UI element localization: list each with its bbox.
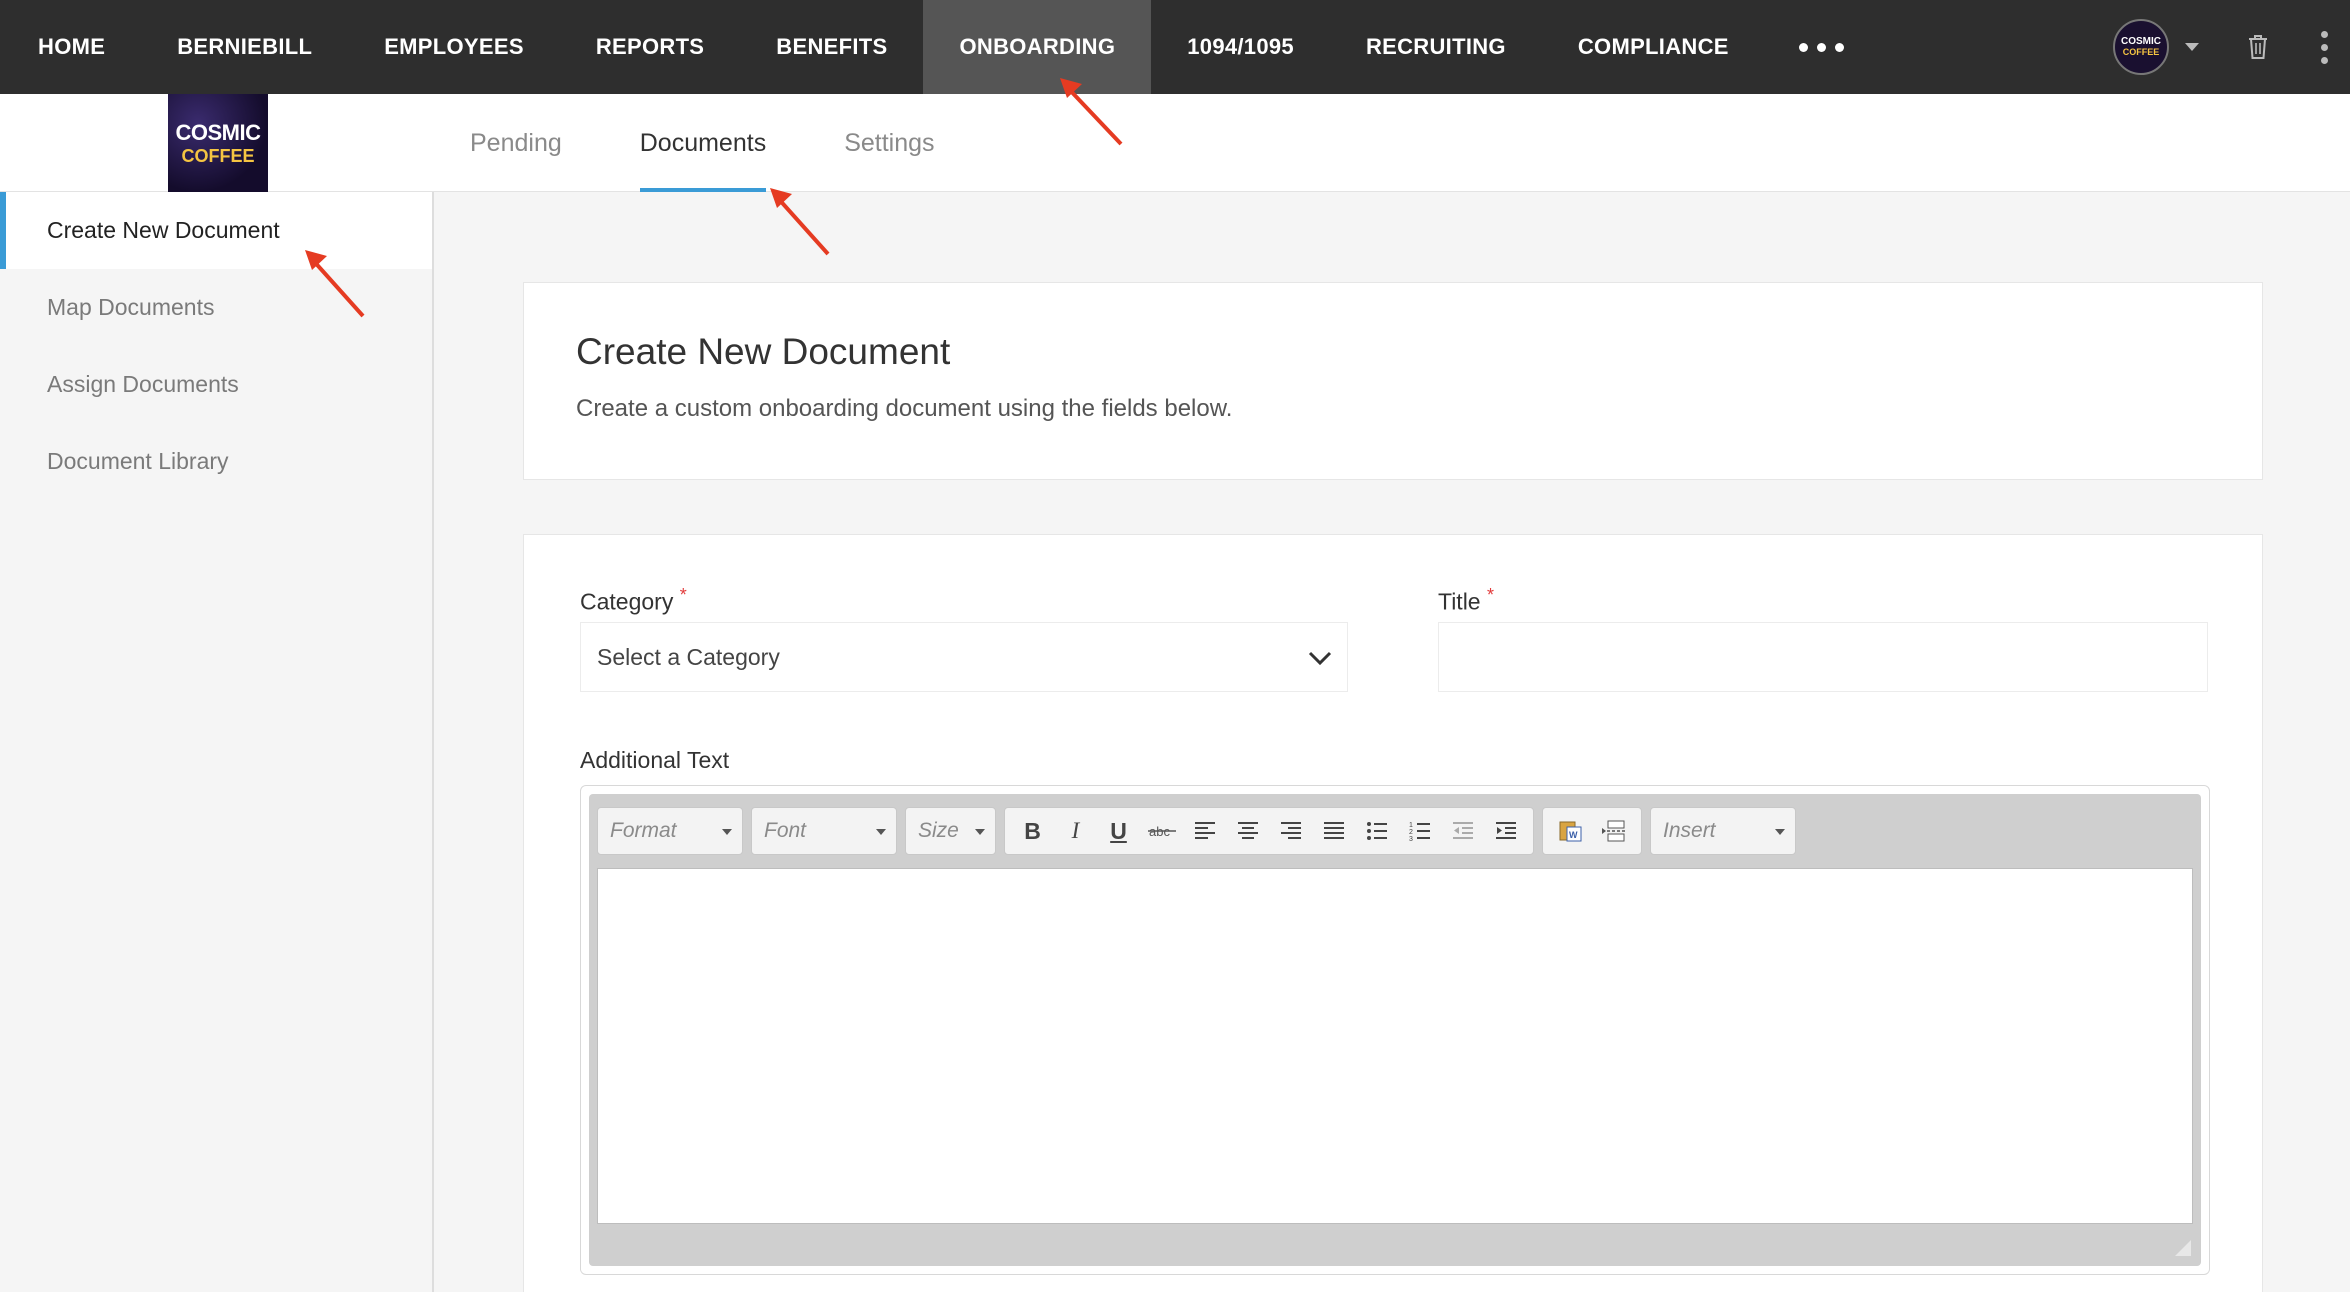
top-navigation: HOME BERNIEBILL EMPLOYEES REPORTS BENEFI…: [0, 0, 2350, 94]
outdent-icon[interactable]: [1441, 811, 1484, 851]
align-justify-icon[interactable]: [1312, 811, 1355, 851]
editor-toolbar: Format Font Size B I U abc 1 2 3 W Inser…: [597, 802, 2193, 860]
nav-benefits[interactable]: BENEFITS: [740, 0, 923, 94]
nav-compliance[interactable]: COMPLIANCE: [1542, 0, 1765, 94]
svg-text:2: 2: [1409, 829, 1413, 836]
font-dropdown[interactable]: Font: [751, 807, 897, 855]
nav-berniebill[interactable]: BERNIEBILL: [141, 0, 348, 94]
bold-icon[interactable]: B: [1011, 811, 1054, 851]
tab-settings[interactable]: Settings: [844, 94, 934, 192]
tab-documents[interactable]: Documents: [639, 94, 767, 192]
account-area: COSMIC COFFEE: [2113, 0, 2350, 94]
paste-buttons: W: [1542, 807, 1642, 855]
sub-header: COSMIC COFFEE Pending Documents Settings: [0, 94, 2350, 192]
category-label-text: Category: [580, 588, 674, 615]
logo-line-1: COSMIC: [175, 119, 262, 145]
sidebar-item-assign-documents[interactable]: Assign Documents: [0, 346, 432, 423]
editor-frame: Format Font Size B I U abc 1 2 3 W Inser…: [589, 794, 2201, 1266]
rich-text-editor: Format Font Size B I U abc 1 2 3 W Inser…: [580, 785, 2210, 1275]
logo-line-2: COFFEE: [181, 145, 255, 166]
page-description: Create a custom onboarding document usin…: [576, 395, 1233, 422]
page-break-icon[interactable]: [1592, 811, 1635, 851]
chevron-down-icon[interactable]: [2185, 43, 2199, 51]
required-mark: *: [679, 585, 687, 605]
resize-handle-icon[interactable]: [2173, 1238, 2193, 1258]
category-select[interactable]: Select a Category: [580, 622, 1348, 692]
insert-dropdown[interactable]: Insert: [1650, 807, 1796, 855]
sub-tabs: Pending Documents Settings: [470, 94, 1013, 192]
svg-text:1: 1: [1409, 822, 1413, 829]
indent-icon[interactable]: [1484, 811, 1527, 851]
avatar-text-1: COSMIC: [2121, 36, 2161, 48]
avatar[interactable]: COSMIC COFFEE: [2113, 19, 2169, 75]
trash-icon[interactable]: [2247, 34, 2269, 60]
underline-icon[interactable]: U: [1097, 811, 1140, 851]
more-menu-icon[interactable]: [1765, 0, 1878, 94]
annotation-arrow-documents: [770, 188, 830, 256]
form-card: Category * Select a Category Title * Add…: [523, 534, 2263, 1292]
nav-onboarding[interactable]: ONBOARDING: [923, 0, 1152, 94]
align-left-icon[interactable]: [1183, 811, 1226, 851]
paste-from-word-icon[interactable]: W: [1549, 811, 1592, 851]
formatting-buttons: B I U abc 1 2 3: [1004, 807, 1534, 855]
category-label: Category *: [580, 585, 687, 616]
company-logo: COSMIC COFFEE: [168, 94, 268, 192]
tab-pending[interactable]: Pending: [470, 94, 562, 192]
align-right-icon[interactable]: [1269, 811, 1312, 851]
sidebar-item-create-new-document[interactable]: Create New Document: [0, 192, 432, 269]
nav-recruiting[interactable]: RECRUITING: [1330, 0, 1542, 94]
align-center-icon[interactable]: [1226, 811, 1269, 851]
italic-icon[interactable]: I: [1054, 811, 1097, 851]
bulleted-list-icon[interactable]: [1355, 811, 1398, 851]
title-input[interactable]: [1438, 622, 2208, 692]
nav-employees[interactable]: EMPLOYEES: [348, 0, 560, 94]
nav-1094-1095[interactable]: 1094/1095: [1151, 0, 1330, 94]
sidebar-item-map-documents[interactable]: Map Documents: [0, 269, 432, 346]
numbered-list-icon[interactable]: 123: [1398, 811, 1441, 851]
category-select-value: Select a Category: [597, 643, 780, 670]
title-label: Title *: [1438, 585, 1494, 616]
page-title: Create New Document: [576, 331, 951, 372]
sidebar: Create New Document Map Documents Assign…: [0, 192, 434, 1292]
title-label-text: Title: [1438, 588, 1481, 615]
avatar-text-2: COFFEE: [2122, 46, 2160, 57]
editor-content-area[interactable]: [597, 868, 2193, 1224]
size-dropdown[interactable]: Size: [905, 807, 996, 855]
kebab-menu-icon[interactable]: [2321, 30, 2328, 64]
nav-home[interactable]: HOME: [0, 0, 141, 94]
additional-text-label: Additional Text: [580, 747, 730, 773]
format-dropdown[interactable]: Format: [597, 807, 743, 855]
nav-reports[interactable]: REPORTS: [560, 0, 740, 94]
required-mark: *: [1487, 585, 1495, 605]
chevron-down-icon: [1308, 651, 1332, 666]
sidebar-item-document-library[interactable]: Document Library: [0, 423, 432, 500]
strikethrough-icon[interactable]: abc: [1140, 811, 1183, 851]
intro-card: Create New Document Create a custom onbo…: [523, 282, 2263, 480]
svg-text:3: 3: [1409, 836, 1413, 841]
svg-text:W: W: [1569, 830, 1578, 840]
